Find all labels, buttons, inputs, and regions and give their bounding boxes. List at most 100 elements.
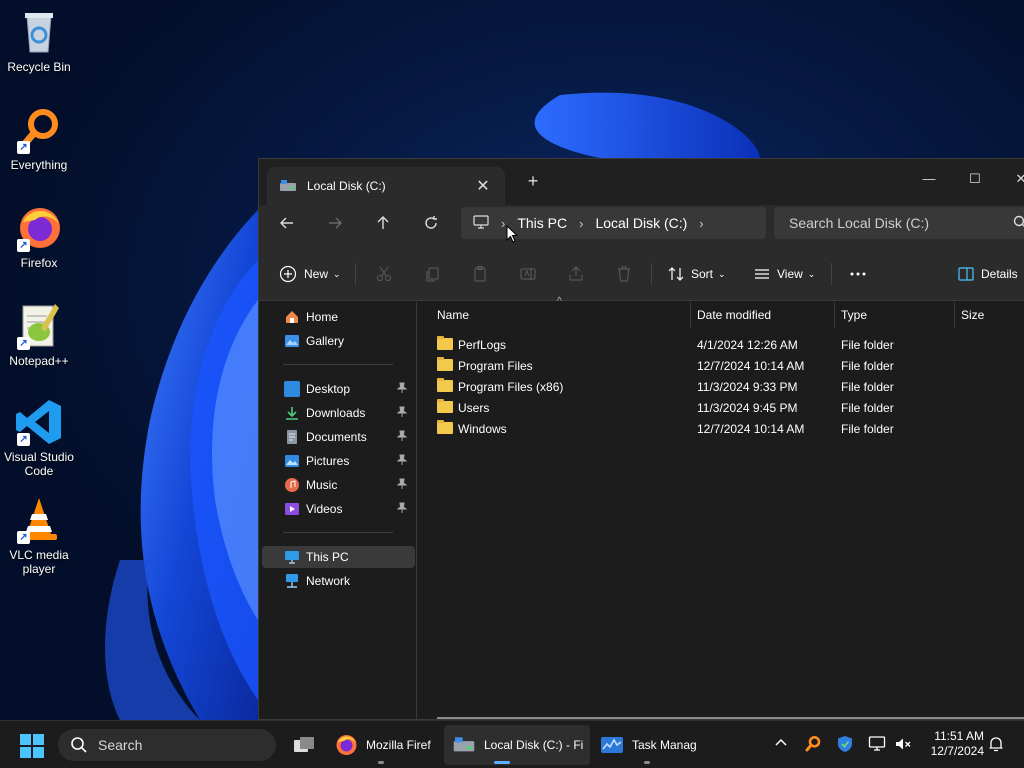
rename-button[interactable] bbox=[519, 261, 537, 287]
show-hidden-icons-chevron-up-icon[interactable] bbox=[771, 735, 791, 755]
sidebar-item-desktop[interactable]: Desktop bbox=[262, 378, 415, 400]
up-button[interactable] bbox=[369, 213, 397, 241]
copy-button[interactable] bbox=[423, 261, 441, 287]
file-row-program-files-x86[interactable]: Program Files (x86) 11/3/2024 9:33 PM Fi… bbox=[437, 376, 1024, 397]
network-icon bbox=[284, 573, 300, 589]
file-type: File folder bbox=[841, 338, 894, 352]
toolbar-divider bbox=[831, 263, 832, 285]
breadcrumb-this-pc[interactable]: This PC bbox=[517, 215, 567, 231]
taskbar-app-task-manager[interactable]: Task Manag bbox=[592, 725, 702, 765]
pin-icon[interactable] bbox=[396, 502, 408, 517]
sidebar-item-this-pc[interactable]: This PC bbox=[262, 546, 415, 568]
column-divider[interactable] bbox=[954, 302, 955, 328]
computer-icon[interactable] bbox=[473, 214, 489, 232]
sidebar-item-music[interactable]: Music bbox=[262, 474, 415, 496]
sidebar-item-videos[interactable]: Videos bbox=[262, 498, 415, 520]
details-pane-icon bbox=[958, 267, 974, 281]
sidebar-item-label: Videos bbox=[306, 502, 343, 516]
sidebar-item-label: Home bbox=[306, 310, 339, 324]
desktop-icon-firefox[interactable]: ↗ Firefox bbox=[0, 204, 78, 270]
pin-icon[interactable] bbox=[396, 430, 408, 445]
refresh-button[interactable] bbox=[417, 213, 445, 241]
details-pane-button[interactable]: Details bbox=[957, 261, 1018, 287]
desktop-icon-recycle-bin[interactable]: Recycle Bin bbox=[0, 8, 78, 74]
cut-button[interactable] bbox=[375, 261, 393, 287]
pin-icon[interactable] bbox=[396, 454, 408, 469]
sort-button[interactable]: Sort ⌄ bbox=[667, 261, 726, 287]
taskbar-app-file-explorer[interactable]: Local Disk (C:) - Fi bbox=[444, 725, 590, 765]
file-row-perflogs[interactable]: PerfLogs 4/1/2024 12:26 AM File folder bbox=[437, 334, 1024, 355]
forward-button[interactable] bbox=[321, 213, 349, 241]
desktop-icon-vlc[interactable]: ↗ VLC media player bbox=[0, 496, 78, 576]
taskbar-app-firefox[interactable]: Mozilla Firef bbox=[326, 725, 436, 765]
search-input[interactable]: Search Local Disk (C:) bbox=[774, 207, 1024, 239]
chevron-right-icon[interactable]: › bbox=[699, 216, 703, 231]
windows-security-shield-icon[interactable] bbox=[835, 735, 855, 755]
paste-button[interactable] bbox=[471, 261, 489, 287]
horizontal-scrollbar[interactable] bbox=[437, 717, 1024, 719]
back-button[interactable] bbox=[273, 213, 301, 241]
minimize-button[interactable]: — bbox=[909, 165, 949, 193]
sidebar-item-pictures[interactable]: Pictures bbox=[262, 450, 415, 472]
file-type: File folder bbox=[841, 401, 894, 415]
start-button[interactable] bbox=[20, 734, 44, 763]
everything-tray-icon[interactable] bbox=[803, 735, 823, 755]
volume-muted-icon[interactable] bbox=[893, 735, 913, 755]
column-header-size[interactable]: Size bbox=[961, 308, 984, 322]
new-tab-button[interactable]: + bbox=[521, 171, 545, 192]
network-monitor-icon[interactable] bbox=[867, 735, 887, 755]
column-header-type[interactable]: Type bbox=[841, 308, 867, 322]
desktop-icon-label: Recycle Bin bbox=[7, 60, 71, 74]
column-divider[interactable] bbox=[834, 302, 835, 328]
column-header-date-modified[interactable]: Date modified bbox=[697, 308, 771, 322]
desktop-icon-vscode[interactable]: ↗ Visual Studio Code bbox=[0, 398, 78, 478]
chevron-right-icon[interactable]: › bbox=[579, 216, 583, 231]
pin-icon[interactable] bbox=[396, 382, 408, 397]
details-button-label: Details bbox=[981, 267, 1018, 281]
view-button[interactable]: View ⌄ bbox=[753, 261, 815, 287]
pin-icon[interactable] bbox=[396, 478, 408, 493]
breadcrumb-local-disk[interactable]: Local Disk (C:) bbox=[595, 215, 687, 231]
mouse-cursor-icon bbox=[506, 224, 519, 248]
sidebar-item-downloads[interactable]: Downloads bbox=[262, 402, 415, 424]
sidebar-item-network[interactable]: Network bbox=[262, 570, 415, 592]
shortcut-arrow-icon: ↗ bbox=[17, 239, 30, 252]
system-clock[interactable]: 11:51 AM 12/7/2024 bbox=[922, 729, 984, 759]
file-row-program-files[interactable]: Program Files 12/7/2024 10:14 AM File fo… bbox=[437, 355, 1024, 376]
tab-local-disk[interactable]: Local Disk (C:) ✕ bbox=[267, 167, 505, 205]
drive-icon bbox=[279, 179, 297, 193]
desktop-icon-label: Visual Studio Code bbox=[4, 450, 74, 478]
sidebar-item-home[interactable]: Home bbox=[262, 306, 415, 328]
vlc-icon: ↗ bbox=[15, 496, 63, 544]
sidebar-item-label: Gallery bbox=[306, 334, 345, 348]
new-button[interactable]: New ⌄ bbox=[279, 261, 341, 287]
shortcut-arrow-icon: ↗ bbox=[17, 433, 30, 446]
sidebar-item-label: Downloads bbox=[306, 406, 366, 420]
sort-ascending-icon: ^ bbox=[557, 296, 562, 307]
share-button[interactable] bbox=[567, 261, 585, 287]
desktop-icon-notepad-plus-plus[interactable]: ↗ Notepad++ bbox=[0, 302, 78, 368]
desktop-icon-everything[interactable]: ↗ Everything bbox=[0, 106, 78, 172]
toolbar-divider bbox=[651, 263, 652, 285]
sidebar-item-documents[interactable]: Documents bbox=[262, 426, 415, 448]
notification-bell-icon[interactable] bbox=[986, 735, 1006, 755]
close-tab-icon[interactable]: ✕ bbox=[473, 176, 493, 196]
file-row-users[interactable]: Users 11/3/2024 9:45 PM File folder bbox=[437, 397, 1024, 418]
chevron-right-icon[interactable]: › bbox=[501, 216, 505, 231]
column-header-name[interactable]: Name bbox=[437, 308, 469, 322]
delete-button[interactable] bbox=[615, 261, 633, 287]
taskbar-search-box[interactable]: Search bbox=[58, 729, 276, 761]
pin-icon[interactable] bbox=[396, 406, 408, 421]
file-row-windows[interactable]: Windows 12/7/2024 10:14 AM File folder bbox=[437, 418, 1024, 439]
task-view-button[interactable] bbox=[284, 725, 320, 765]
notepad-plus-plus-icon: ↗ bbox=[15, 302, 63, 350]
task-manager-icon bbox=[601, 737, 623, 753]
more-options-button[interactable] bbox=[849, 261, 867, 287]
column-divider[interactable] bbox=[690, 302, 691, 328]
taskbar-app-label: Mozilla Firef bbox=[366, 738, 431, 752]
title-bar[interactable]: Local Disk (C:) ✕ + — ☐ ✕ bbox=[259, 159, 1024, 205]
maximize-button[interactable]: ☐ bbox=[955, 165, 995, 193]
sidebar-item-gallery[interactable]: Gallery bbox=[262, 330, 415, 352]
close-window-button[interactable]: ✕ bbox=[1001, 165, 1024, 193]
folder-icon bbox=[437, 420, 453, 434]
